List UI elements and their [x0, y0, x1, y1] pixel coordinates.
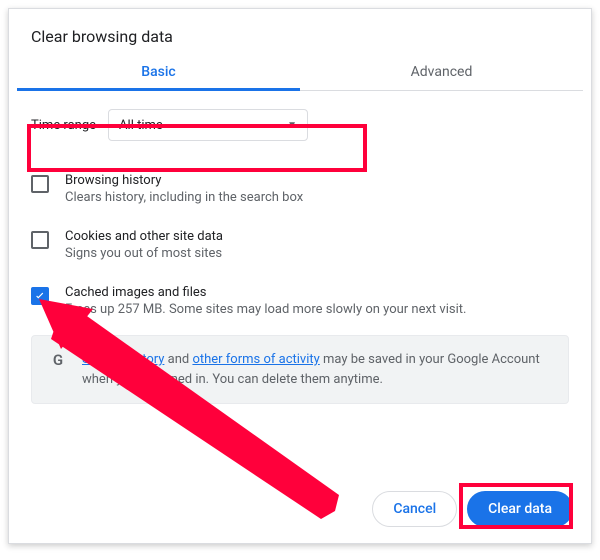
google-account-note: G Search history and other forms of acti… [31, 335, 569, 404]
option-cached: Cached images and files Frees up 257 MB.… [31, 275, 569, 331]
time-range-select[interactable]: All time ▼ [108, 109, 308, 141]
checkbox-cached[interactable] [31, 287, 49, 305]
dialog-footer: Cancel Clear data [372, 491, 573, 527]
chevron-down-icon: ▼ [287, 120, 297, 131]
time-range-label: Time range [31, 118, 96, 133]
link-other-activity[interactable]: other forms of activity [192, 352, 319, 367]
tab-advanced[interactable]: Advanced [300, 52, 583, 90]
option-browsing-history: Browsing history Clears history, includi… [31, 163, 569, 219]
tab-basic-label: Basic [141, 64, 175, 80]
tab-basic[interactable]: Basic [17, 52, 300, 90]
option-title: Browsing history [65, 173, 303, 188]
time-range-value: All time [119, 118, 163, 133]
option-cookies: Cookies and other site data Signs you ou… [31, 219, 569, 275]
clear-browsing-data-dialog: Clear browsing data Basic Advanced Time … [8, 8, 592, 544]
tabs: Basic Advanced [17, 52, 583, 91]
option-desc: Clears history, including in the search … [65, 190, 303, 205]
clear-data-button[interactable]: Clear data [467, 491, 573, 527]
link-search-history[interactable]: Search history [82, 352, 164, 367]
tab-advanced-label: Advanced [411, 64, 473, 80]
option-title: Cookies and other site data [65, 229, 223, 244]
cancel-button[interactable]: Cancel [372, 491, 457, 527]
option-title: Cached images and files [65, 285, 466, 300]
option-desc: Signs you out of most sites [65, 246, 223, 261]
dialog-title: Clear browsing data [9, 9, 591, 52]
time-range-row: Time range All time ▼ [31, 109, 569, 141]
google-logo-icon: G [48, 350, 68, 370]
note-text: Search history and other forms of activi… [82, 350, 552, 389]
option-desc: Frees up 257 MB. Some sites may load mor… [65, 302, 466, 317]
checkbox-cookies[interactable] [31, 231, 49, 249]
checkbox-browsing-history[interactable] [31, 175, 49, 193]
